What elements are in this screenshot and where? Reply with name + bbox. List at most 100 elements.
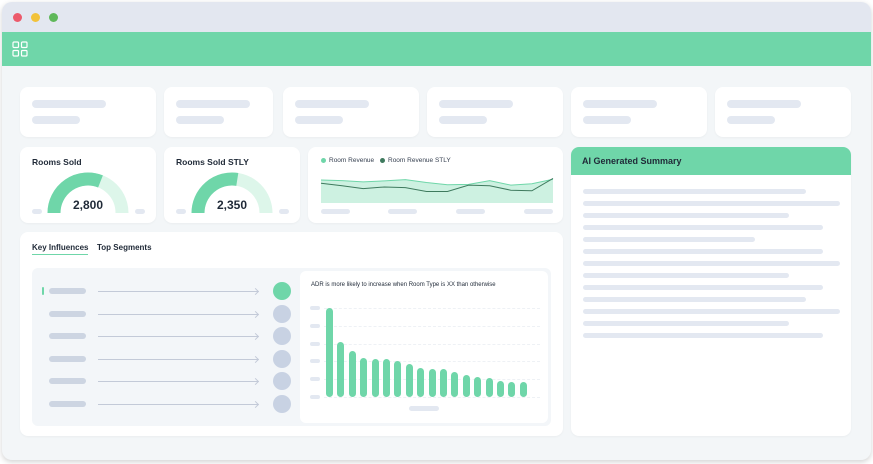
- maximize-window-button[interactable]: [49, 13, 58, 22]
- influence-bar[interactable]: [462, 374, 470, 398]
- y-tick-placeholder: [310, 323, 320, 328]
- influence-node[interactable]: [273, 372, 291, 390]
- influence-label-placeholder: [49, 288, 86, 294]
- influence-node[interactable]: [273, 394, 291, 413]
- influence-row[interactable]: [32, 349, 294, 369]
- influence-bar[interactable]: [451, 372, 459, 397]
- skeleton-line: [583, 116, 631, 124]
- ai-summary-panel: AI Generated Summary: [571, 147, 851, 436]
- y-tick-placeholder: [310, 395, 320, 399]
- close-window-button[interactable]: [13, 13, 22, 22]
- influence-bar[interactable]: [440, 369, 447, 397]
- influence-bar[interactable]: [474, 376, 482, 397]
- influence-bar[interactable]: [326, 308, 333, 397]
- minimize-window-button[interactable]: [31, 13, 40, 22]
- influence-bar[interactable]: [519, 381, 527, 397]
- rooms-sold-value: 2,800: [72, 198, 104, 212]
- skeleton-line: [388, 209, 417, 214]
- summary-line-placeholder: [583, 213, 789, 218]
- influence-row[interactable]: [32, 326, 294, 346]
- kpi-skeleton-card: [20, 87, 156, 137]
- kpi-skeleton-card: [283, 87, 419, 137]
- influence-bar[interactable]: [348, 350, 356, 397]
- arrow-right-icon: [251, 287, 260, 296]
- influence-bar[interactable]: [508, 381, 516, 397]
- tab-top-segments[interactable]: Top Segments: [97, 243, 152, 252]
- gridline: [324, 361, 540, 363]
- influence-node[interactable]: [273, 282, 291, 300]
- influence-label-placeholder: [49, 310, 86, 317]
- summary-line-placeholder: [583, 285, 823, 290]
- summary-line-placeholder: [583, 297, 806, 302]
- influence-node[interactable]: [273, 304, 291, 323]
- influence-label-placeholder: [49, 333, 86, 339]
- influence-row[interactable]: [32, 371, 294, 391]
- influence-label-placeholder: [49, 355, 86, 362]
- arrow-right-icon: [251, 377, 260, 386]
- influence-bar[interactable]: [428, 369, 436, 397]
- kpi-skeleton-card: [715, 87, 851, 137]
- skeleton-line: [135, 209, 145, 214]
- kpi-skeleton-card: [164, 87, 273, 137]
- skeleton-line: [176, 116, 224, 124]
- skeleton-line: [439, 100, 513, 108]
- gridline: [324, 325, 540, 327]
- app-window: Rooms Sold 2,800 Rooms Sold STLY 2,350 R…: [2, 2, 871, 460]
- skeleton-line: [409, 406, 439, 411]
- skeleton-line: [32, 116, 80, 124]
- grid-icon[interactable]: [12, 41, 28, 57]
- arrow-right-icon: [251, 400, 260, 408]
- summary-line-placeholder: [583, 321, 789, 326]
- y-tick-placeholder: [310, 341, 320, 346]
- influence-row[interactable]: [32, 281, 294, 301]
- summary-line-placeholder: [583, 189, 806, 194]
- summary-line-placeholder: [583, 333, 823, 338]
- influence-bar[interactable]: [337, 341, 345, 397]
- influence-bar[interactable]: [485, 378, 493, 397]
- influence-bar[interactable]: [417, 367, 425, 397]
- influence-arrow: [98, 381, 258, 382]
- skeleton-line: [727, 116, 775, 124]
- room-revenue-card: Room Revenue Room Revenue STLY: [308, 147, 563, 223]
- tab-key-influences[interactable]: Key Influences: [32, 243, 89, 255]
- rooms-sold-stly-value: 2,350: [216, 198, 248, 212]
- influence-bar[interactable]: [497, 381, 504, 397]
- skeleton-line: [321, 209, 350, 214]
- arrow-right-icon: [251, 332, 260, 341]
- summary-line-placeholder: [583, 201, 840, 206]
- skeleton-line: [295, 116, 343, 124]
- skeleton-line: [176, 100, 250, 108]
- arrow-right-icon: [251, 355, 260, 363]
- influence-bar[interactable]: [394, 361, 402, 397]
- summary-line-placeholder: [583, 261, 840, 266]
- influence-node[interactable]: [273, 349, 291, 368]
- influence-bar-chart: [300, 271, 548, 423]
- influences-inner-panel: ADR is more likely to increase when Room…: [32, 268, 551, 426]
- influence-row[interactable]: [32, 304, 294, 324]
- influence-bar[interactable]: [383, 358, 390, 397]
- summary-line-placeholder: [583, 273, 789, 278]
- skeleton-line: [32, 209, 42, 214]
- rooms-sold-stly-card: Rooms Sold STLY 2,350: [164, 147, 300, 223]
- influence-arrow: [98, 336, 258, 337]
- key-influences-panel: Key Influences Top Segments ADR is more …: [20, 232, 563, 436]
- skeleton-line: [32, 100, 106, 108]
- influence-row[interactable]: [32, 394, 294, 414]
- skeleton-line: [279, 209, 289, 214]
- y-tick-placeholder: [310, 306, 320, 310]
- influence-bar[interactable]: [405, 364, 413, 397]
- rooms-sold-card: Rooms Sold 2,800: [20, 147, 156, 223]
- kpi-skeleton-card: [571, 87, 707, 137]
- summary-line-placeholder: [583, 309, 840, 314]
- gridline: [324, 308, 540, 309]
- y-tick-placeholder: [310, 359, 320, 364]
- app-header-bar: [2, 32, 871, 66]
- influence-node[interactable]: [273, 327, 291, 345]
- influence-bar[interactable]: [360, 357, 368, 397]
- summary-line-placeholder: [583, 249, 823, 254]
- gridline: [324, 397, 540, 398]
- influence-bar[interactable]: [371, 358, 379, 397]
- influence-arrow: [98, 313, 258, 315]
- summary-line-placeholder: [583, 237, 755, 242]
- skeleton-line: [583, 100, 657, 108]
